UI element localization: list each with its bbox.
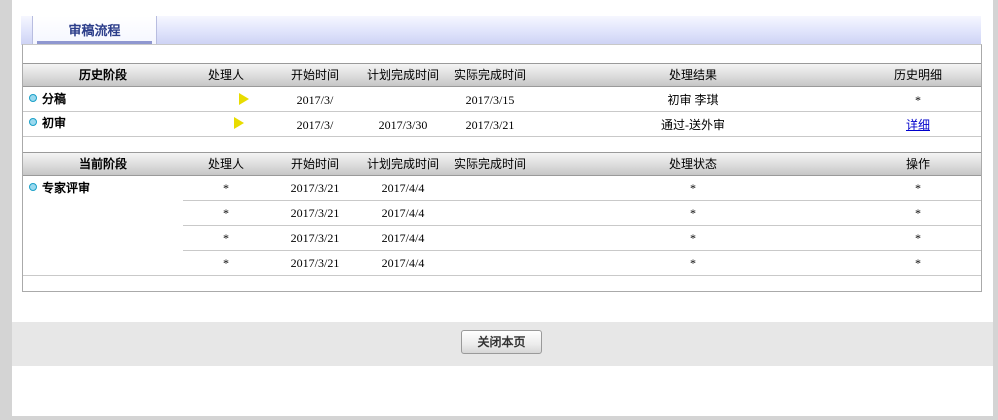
history-start-header: 开始时间	[290, 68, 339, 82]
workflow-content: 历史阶段 处理人 开始时间 计划完成时间 实际完成时间 处理结果 历史明细 分稿…	[22, 44, 982, 292]
current-actual	[445, 202, 535, 224]
bullet-icon	[29, 94, 37, 102]
yellow-arrow-icon	[239, 93, 249, 105]
current-planned: 2017/4/4	[381, 231, 425, 245]
history-stage-name: 初审	[42, 116, 67, 130]
current-planned-header: 计划完成时间	[366, 157, 439, 171]
history-stage-name: 分稿	[42, 92, 67, 106]
current-handler: *	[223, 256, 229, 270]
current-actual-header: 实际完成时间	[453, 157, 526, 171]
current-handler-header: 处理人	[207, 157, 244, 171]
history-planned: 2017/3/30	[378, 118, 428, 132]
row-divider	[23, 275, 981, 276]
current-header-row: 当前阶段 处理人 开始时间 计划完成时间 实际完成时间 处理状态 操作	[23, 152, 981, 176]
current-start-header: 开始时间	[290, 157, 339, 171]
current-planned: 2017/4/4	[381, 256, 425, 270]
history-header-row: 历史阶段 处理人 开始时间 计划完成时间 实际完成时间 处理结果 历史明细	[23, 63, 981, 87]
current-op: *	[915, 231, 921, 245]
history-start: 2017/3/	[296, 118, 334, 132]
history-actual: 2017/3/21	[465, 118, 515, 132]
current-status-header: 处理状态	[668, 157, 717, 171]
current-status: *	[690, 181, 696, 195]
bullet-icon	[29, 183, 37, 191]
row-divider	[183, 250, 981, 251]
current-start: 2017/3/21	[290, 256, 340, 270]
history-planned	[358, 89, 448, 111]
current-handler: *	[223, 206, 229, 220]
history-handler	[186, 88, 266, 110]
current-planned: 2017/4/4	[381, 206, 425, 220]
current-op: *	[915, 181, 921, 195]
history-stage-header: 历史阶段	[78, 68, 127, 82]
history-detail-header: 历史明细	[893, 68, 942, 82]
current-op: *	[915, 206, 921, 220]
history-handler-header: 处理人	[207, 68, 244, 82]
tab-review-process[interactable]: 审稿流程	[32, 16, 157, 45]
current-handler: *	[223, 181, 229, 195]
history-result: 初审 李琪	[667, 93, 719, 107]
current-stage-name: 专家评审	[42, 181, 91, 195]
yellow-arrow-icon	[234, 117, 244, 129]
current-start: 2017/3/21	[290, 181, 340, 195]
current-start: 2017/3/21	[290, 231, 340, 245]
tab-strip: 审稿流程	[21, 16, 981, 45]
history-planned-header: 计划完成时间	[366, 68, 439, 82]
row-divider	[23, 111, 981, 112]
current-handler: *	[223, 231, 229, 245]
footer-bar: 关闭本页	[12, 322, 993, 366]
row-divider	[23, 136, 981, 137]
history-start: 2017/3/	[296, 93, 334, 107]
history-actual-header: 实际完成时间	[453, 68, 526, 82]
current-planned: 2017/4/4	[381, 181, 425, 195]
history-detail: *	[915, 93, 921, 107]
current-stage-header: 当前阶段	[78, 157, 127, 171]
current-status: *	[690, 256, 696, 270]
history-result: 通过-送外审	[661, 118, 725, 132]
history-handler	[186, 113, 266, 135]
current-start: 2017/3/21	[290, 206, 340, 220]
current-actual	[445, 252, 535, 274]
row-divider	[183, 200, 981, 201]
history-result-header: 处理结果	[668, 68, 717, 82]
current-actual	[445, 177, 535, 199]
current-status: *	[690, 231, 696, 245]
current-op-header: 操作	[905, 157, 930, 171]
close-page-button[interactable]: 关闭本页	[461, 330, 542, 354]
row-divider	[183, 225, 981, 226]
history-actual: 2017/3/15	[465, 93, 515, 107]
bullet-icon	[29, 118, 37, 126]
current-status: *	[690, 206, 696, 220]
current-op: *	[915, 256, 921, 270]
history-detail-link[interactable]: 详细	[878, 114, 958, 136]
current-actual	[445, 227, 535, 249]
